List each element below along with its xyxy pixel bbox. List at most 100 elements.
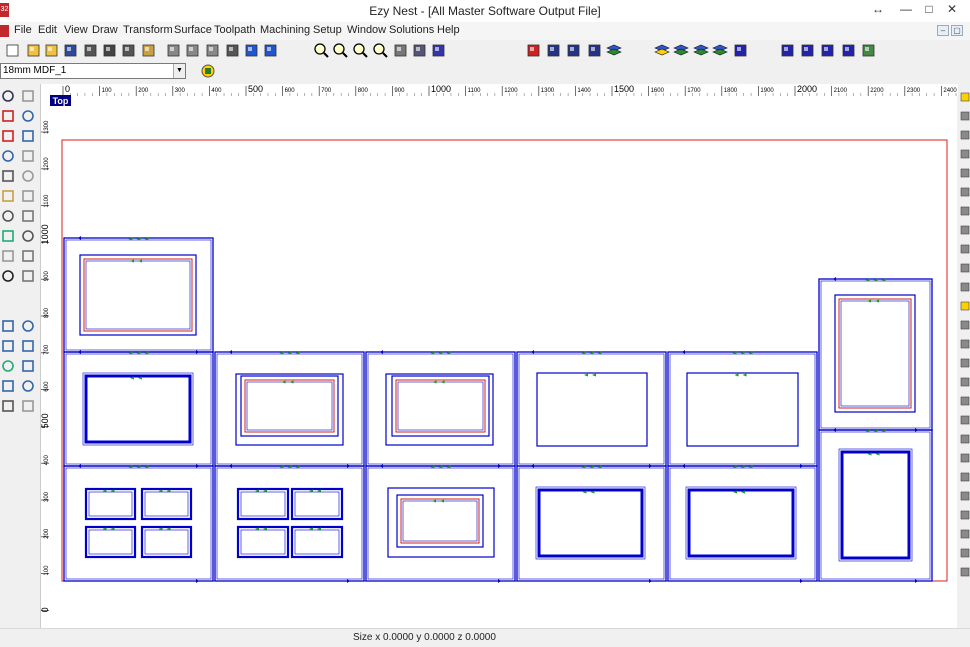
right-tool-icon[interactable] xyxy=(959,261,970,275)
right-tool-icon[interactable] xyxy=(959,185,970,199)
resize-icon[interactable]: ↔ xyxy=(864,0,892,20)
layers-lock-icon[interactable] xyxy=(692,42,709,59)
right-tool-icon[interactable] xyxy=(959,128,970,142)
mdi-restore-button[interactable]: ▢ xyxy=(951,25,963,36)
polygon-icon[interactable] xyxy=(20,268,36,284)
insert-part-icon[interactable] xyxy=(525,42,542,59)
right-tool-icon[interactable] xyxy=(959,527,970,541)
shade-icon[interactable] xyxy=(0,398,16,414)
right-tool-icon[interactable] xyxy=(959,299,970,313)
menu-file[interactable]: File xyxy=(14,24,32,36)
menu-surface[interactable]: Surface xyxy=(174,24,212,36)
right-tool-icon[interactable] xyxy=(959,166,970,180)
nested-part[interactable] xyxy=(516,350,667,468)
right-tool-icon[interactable] xyxy=(959,489,970,503)
nested-part[interactable] xyxy=(63,464,214,583)
menu-help[interactable]: Help xyxy=(437,24,460,36)
select-arrow-icon[interactable] xyxy=(0,88,16,104)
redo-icon[interactable] xyxy=(262,42,279,59)
right-tool-icon[interactable] xyxy=(959,394,970,408)
toolpath-list-icon[interactable] xyxy=(732,42,749,59)
right-tool-icon[interactable] xyxy=(959,356,970,370)
menu-transform[interactable]: Transform xyxy=(123,24,173,36)
right-tool-icon[interactable] xyxy=(959,204,970,218)
right-tool-icon[interactable] xyxy=(959,546,970,560)
undo-icon[interactable] xyxy=(243,42,260,59)
document-icon[interactable] xyxy=(0,25,9,37)
nested-part[interactable] xyxy=(214,464,365,583)
save-icon[interactable] xyxy=(62,42,79,59)
material-select[interactable]: 18mm MDF_1 ▼ xyxy=(0,63,186,79)
chamfer-icon[interactable] xyxy=(20,358,36,374)
array-icon[interactable] xyxy=(20,148,36,164)
cut-icon[interactable] xyxy=(165,42,182,59)
camera-icon[interactable] xyxy=(120,42,137,59)
copy-icon[interactable] xyxy=(184,42,201,59)
open-folder-icon[interactable] xyxy=(25,42,42,59)
mirror-v-icon[interactable] xyxy=(20,398,36,414)
machine-icon[interactable] xyxy=(840,42,857,59)
menu-edit[interactable]: Edit xyxy=(38,24,57,36)
post-process-icon[interactable] xyxy=(860,42,877,59)
paste-icon[interactable] xyxy=(204,42,221,59)
nested-part[interactable] xyxy=(63,350,214,468)
ruler-icon[interactable] xyxy=(140,42,157,59)
trim-icon[interactable] xyxy=(20,168,36,184)
calculator-icon[interactable] xyxy=(101,42,118,59)
toolpath-order-icon[interactable] xyxy=(779,42,796,59)
curve-icon[interactable] xyxy=(0,208,16,224)
print-icon[interactable] xyxy=(82,42,99,59)
star-icon[interactable] xyxy=(0,318,16,334)
rotate-view-icon[interactable] xyxy=(411,42,428,59)
copy-grid-icon[interactable] xyxy=(20,108,36,124)
right-tool-icon[interactable] xyxy=(959,451,970,465)
join-icon[interactable] xyxy=(20,378,36,394)
nested-part[interactable] xyxy=(214,350,365,468)
delete-icon[interactable] xyxy=(224,42,241,59)
grid-icon[interactable] xyxy=(20,88,36,104)
right-tool-icon[interactable] xyxy=(959,318,970,332)
menu-setup[interactable]: Setup xyxy=(313,24,342,36)
nest-report-icon[interactable] xyxy=(586,42,603,59)
material-settings-icon[interactable] xyxy=(200,63,216,79)
hatch-icon[interactable] xyxy=(0,338,16,354)
fillet-icon[interactable] xyxy=(0,358,16,374)
rectangle-icon[interactable] xyxy=(0,268,16,284)
right-tool-icon[interactable] xyxy=(959,242,970,256)
chevron-down-icon[interactable]: ▼ xyxy=(173,64,185,78)
new-file-icon[interactable] xyxy=(4,42,21,59)
paint-icon[interactable] xyxy=(0,188,16,204)
right-tool-icon[interactable] xyxy=(959,90,970,104)
text-icon[interactable] xyxy=(20,318,36,334)
pan-icon[interactable] xyxy=(392,42,409,59)
zoom-window-icon[interactable] xyxy=(313,42,330,59)
nest-sheets-icon[interactable] xyxy=(565,42,582,59)
transform-icon[interactable] xyxy=(0,108,16,124)
menu-draw[interactable]: Draw xyxy=(92,24,118,36)
nested-part[interactable] xyxy=(365,350,516,468)
menu-solutions[interactable]: Solutions xyxy=(389,24,434,36)
menu-window[interactable]: Window xyxy=(347,24,386,36)
right-tool-icon[interactable] xyxy=(959,470,970,484)
nest-icon[interactable] xyxy=(545,42,562,59)
render-icon[interactable] xyxy=(430,42,447,59)
right-tool-icon[interactable] xyxy=(959,337,970,351)
circle-icon[interactable] xyxy=(0,248,16,264)
offset-icon[interactable] xyxy=(0,168,16,184)
right-tool-icon[interactable] xyxy=(959,147,970,161)
explode-icon[interactable] xyxy=(0,378,16,394)
select-toolpath-icon[interactable] xyxy=(819,42,836,59)
layers-show-icon[interactable] xyxy=(653,42,670,59)
nested-part[interactable] xyxy=(667,350,818,468)
nested-part[interactable] xyxy=(818,428,933,583)
mirror-icon[interactable] xyxy=(0,148,16,164)
menu-machining[interactable]: Machining xyxy=(260,24,310,36)
right-tool-icon[interactable] xyxy=(959,375,970,389)
drawing-canvas[interactable]: 0 100 200 300 400 500 600 700 800 900 1000 1100 1200… xyxy=(40,84,964,647)
nested-part[interactable] xyxy=(365,464,516,583)
layers-icon[interactable] xyxy=(605,42,622,59)
nested-part[interactable] xyxy=(667,464,818,583)
right-tool-icon[interactable] xyxy=(959,432,970,446)
layers-hide-icon[interactable] xyxy=(672,42,689,59)
nested-part[interactable] xyxy=(63,236,214,354)
